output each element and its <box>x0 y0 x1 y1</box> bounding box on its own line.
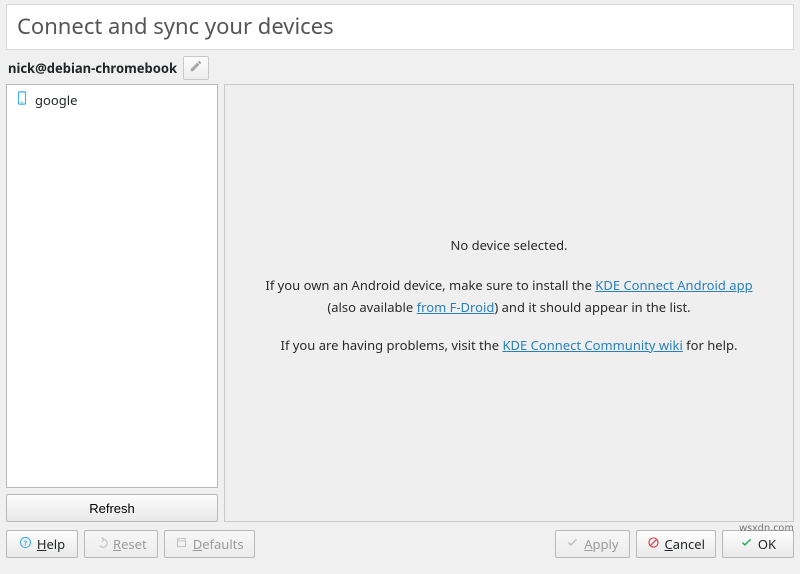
help-button[interactable]: ? Help <box>6 530 78 558</box>
pencil-icon <box>189 59 203 77</box>
cancel-button[interactable]: Cancel <box>636 530 716 558</box>
reset-button: Reset <box>84 530 158 558</box>
refresh-button[interactable]: Refresh <box>6 494 218 522</box>
svg-text:?: ? <box>24 538 28 548</box>
dialog-button-bar: ? Help Reset Defaults Apply Cancel OK <box>0 522 800 566</box>
edit-hostname-button[interactable] <box>183 56 209 80</box>
install-hint: If you own an Android device, make sure … <box>255 274 763 318</box>
smartphone-icon <box>15 91 29 109</box>
undo-icon <box>95 535 108 553</box>
device-name: google <box>35 91 77 109</box>
help-hint: If you are having problems, visit the KD… <box>281 334 738 356</box>
watermark: wsxdn.com <box>739 520 794 534</box>
ok-label: OK <box>758 535 776 553</box>
device-item[interactable]: google <box>7 85 217 115</box>
defaults-button: Defaults <box>164 530 255 558</box>
main-area: google Refresh No device selected. If yo… <box>6 84 794 522</box>
host-label: nick@debian-chromebook <box>8 59 177 77</box>
content-pane: No device selected. If you own an Androi… <box>224 84 794 522</box>
check-icon <box>566 535 579 553</box>
host-row: nick@debian-chromebook <box>8 56 794 80</box>
no-device-heading: No device selected. <box>450 234 567 256</box>
link-community-wiki[interactable]: KDE Connect Community wiki <box>502 336 682 354</box>
apply-button: Apply <box>555 530 629 558</box>
help-icon: ? <box>19 535 32 553</box>
device-list[interactable]: google <box>6 84 218 488</box>
cancel-icon <box>647 535 660 553</box>
ok-check-icon <box>740 535 753 553</box>
ok-button[interactable]: OK <box>722 530 794 558</box>
defaults-icon <box>175 535 188 553</box>
page-header: Connect and sync your devices <box>6 4 794 50</box>
page-title: Connect and sync your devices <box>17 11 783 41</box>
link-fdroid[interactable]: from F-Droid <box>417 298 495 316</box>
sidebar: google Refresh <box>6 84 218 522</box>
link-android-app[interactable]: KDE Connect Android app <box>595 276 752 294</box>
